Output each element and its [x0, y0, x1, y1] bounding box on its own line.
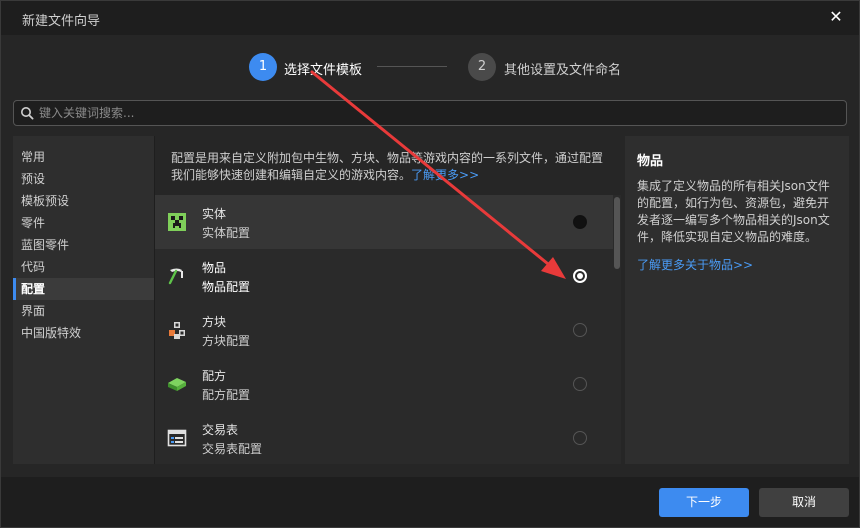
- template-list: 实体 实体配置 物品 物品配置 方块 方块配置 配方 配方配置 交易表 交易表配…: [155, 195, 613, 464]
- template-subtitle: 交易表配置: [202, 442, 263, 456]
- sidebar-item-ui[interactable]: 界面: [13, 300, 154, 322]
- search-input[interactable]: [39, 103, 839, 123]
- template-radio[interactable]: [573, 215, 587, 229]
- template-panel: 配置是用来自定义附加包中生物、方块、物品等游戏内容的一系列文件，通过配置我们能够…: [154, 136, 624, 464]
- template-radio[interactable]: [573, 323, 587, 337]
- detail-title: 物品: [637, 154, 664, 169]
- template-item-entity[interactable]: 实体 实体配置: [155, 195, 613, 249]
- category-sidebar: 常用 预设 模板预设 零件 蓝图零件 代码 配置 界面 中国版特效: [13, 136, 154, 464]
- template-radio[interactable]: [573, 377, 587, 391]
- template-subtitle: 配方配置: [202, 388, 251, 402]
- template-name: 配方: [202, 369, 227, 383]
- step-2-label: 其他设置及文件命名: [504, 63, 622, 78]
- scrollbar-thumb[interactable]: [614, 197, 620, 269]
- template-name: 实体: [202, 207, 227, 221]
- sidebar-item-preset[interactable]: 预设: [13, 168, 154, 190]
- template-item-block[interactable]: 方块 方块配置: [155, 303, 613, 357]
- close-icon[interactable]: ✕: [827, 8, 845, 26]
- template-subtitle: 实体配置: [202, 226, 251, 240]
- cancel-button[interactable]: 取消: [759, 488, 849, 517]
- search-icon: [21, 107, 34, 120]
- creeper-icon: [168, 213, 186, 231]
- detail-panel: 物品 集成了定义物品的所有相关Json文件的配置，如行为包、资源包，避免开发者逐…: [625, 136, 849, 464]
- wizard-steps: 1 选择文件模板 2 其他设置及文件命名: [1, 35, 859, 97]
- template-name: 方块: [202, 315, 227, 329]
- sidebar-item-config[interactable]: 配置: [13, 278, 154, 300]
- sidebar-item-part[interactable]: 零件: [13, 212, 154, 234]
- template-radio[interactable]: [573, 269, 587, 283]
- dialog-footer: 下一步 取消: [1, 477, 859, 527]
- window-icon: [167, 429, 187, 447]
- template-list-scrollbar[interactable]: [613, 195, 621, 464]
- category-description: 配置是用来自定义附加包中生物、方块、物品等游戏内容的一系列文件，通过配置我们能够…: [171, 150, 611, 184]
- sidebar-item-common[interactable]: 常用: [13, 146, 154, 168]
- template-radio[interactable]: [573, 431, 587, 445]
- template-subtitle: 物品配置: [202, 280, 251, 294]
- learn-more-link[interactable]: 了解更多>>: [411, 168, 479, 182]
- template-subtitle: 方块配置: [202, 334, 251, 348]
- template-item-trade-table[interactable]: 交易表 交易表配置: [155, 411, 613, 464]
- category-description-text: 配置是用来自定义附加包中生物、方块、物品等游戏内容的一系列文件，通过配置我们能够…: [171, 151, 604, 182]
- step-connector: [377, 66, 447, 67]
- blocks-icon: [169, 322, 185, 339]
- template-item-recipe[interactable]: 配方 配方配置: [155, 357, 613, 411]
- pickaxe-icon: [168, 268, 183, 285]
- step-2-indicator: 2: [468, 53, 496, 81]
- search-box[interactable]: [13, 100, 847, 126]
- sidebar-item-china-effects[interactable]: 中国版特效: [13, 322, 154, 344]
- dialog-title: 新建文件向导: [22, 14, 101, 29]
- template-item-item[interactable]: 物品 物品配置: [155, 249, 613, 303]
- detail-learn-more-link[interactable]: 了解更多关于物品>>: [637, 256, 753, 273]
- sidebar-item-code[interactable]: 代码: [13, 256, 154, 278]
- new-file-wizard-dialog: 新建文件向导 ✕ 1 选择文件模板 2 其他设置及文件命名 常用 预设 模板预设…: [0, 0, 860, 528]
- book-icon: [168, 378, 186, 391]
- detail-description: 集成了定义物品的所有相关Json文件的配置，如行为包、资源包，避免开发者逐一编写…: [637, 179, 830, 244]
- template-name: 交易表: [202, 423, 239, 437]
- step-1-label: 选择文件模板: [284, 63, 363, 78]
- sidebar-item-blueprint-part[interactable]: 蓝图零件: [13, 234, 154, 256]
- next-button[interactable]: 下一步: [659, 488, 749, 517]
- title-bar: 新建文件向导 ✕: [1, 1, 859, 35]
- step-1-indicator: 1: [249, 53, 277, 81]
- main-body: 常用 预设 模板预设 零件 蓝图零件 代码 配置 界面 中国版特效 配置是用来自…: [13, 136, 849, 464]
- sidebar-item-template-preset[interactable]: 模板预设: [13, 190, 154, 212]
- template-name: 物品: [202, 261, 227, 275]
